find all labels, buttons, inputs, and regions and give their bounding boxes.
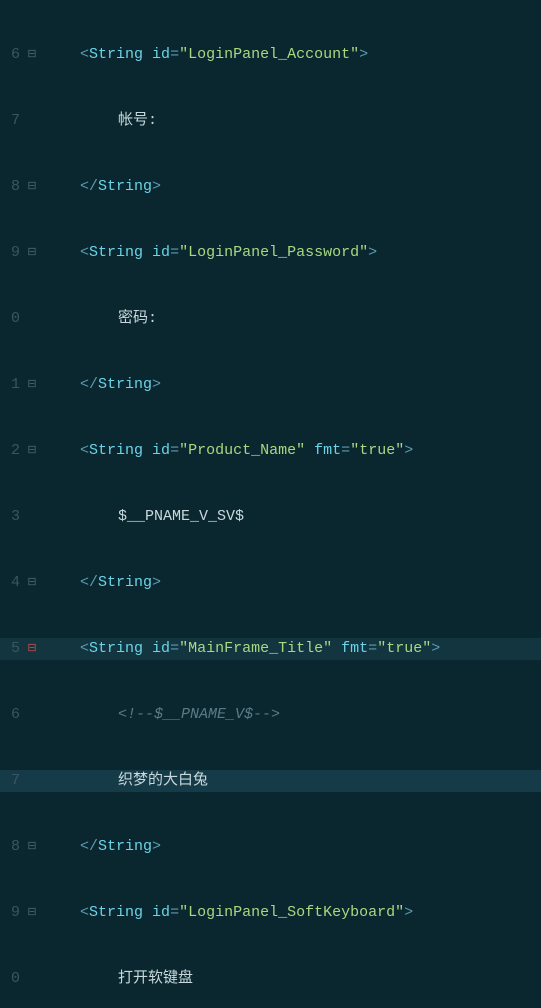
line-number: 9 (0, 242, 24, 264)
line-number: 3 (0, 506, 24, 528)
code-area[interactable]: 6⊟<String id="LoginPanel_Account"> 7帐号: … (0, 0, 541, 504)
fold-icon[interactable]: ⊟ (24, 374, 40, 396)
fold-icon (24, 968, 40, 990)
code-text: 帐号: (40, 110, 541, 132)
code-line[interactable]: 7 帐号: (0, 110, 541, 132)
fold-icon (24, 506, 40, 528)
code-line[interactable]: 0 打开软键盘 (0, 968, 541, 990)
line-number: 7 (0, 110, 24, 132)
code-line[interactable]: 2⊟<String id="Product_Name" fmt="true"> (0, 440, 541, 462)
code-text: <String id="MainFrame_Title" fmt="true"> (40, 638, 541, 660)
code-text: <String id="LoginPanel_Account"> (40, 44, 541, 66)
line-number: 2 (0, 440, 24, 462)
code-text: </String> (40, 374, 541, 396)
code-line[interactable]: 0 密码: (0, 308, 541, 330)
code-text: </String> (40, 836, 541, 858)
fold-icon[interactable]: ⊟ (24, 176, 40, 198)
code-text: </String> (40, 572, 541, 594)
code-line[interactable]: 9⊟<String id="LoginPanel_Password"> (0, 242, 541, 264)
code-line[interactable]: 6⊟<String id="LoginPanel_Account"> (0, 44, 541, 66)
code-line[interactable]: 7 织梦的大白兔 (0, 770, 541, 792)
line-number: 0 (0, 968, 24, 990)
fold-icon (24, 308, 40, 330)
fold-icon[interactable]: ⊟ (24, 638, 40, 660)
code-editor[interactable]: 6⊟<String id="LoginPanel_Account"> 7帐号: … (0, 0, 541, 504)
code-line[interactable]: 9⊟<String id="LoginPanel_SoftKeyboard"> (0, 902, 541, 924)
line-number: 5 (0, 638, 24, 660)
fold-icon[interactable]: ⊟ (24, 572, 40, 594)
line-number: 6 (0, 704, 24, 726)
fold-icon[interactable]: ⊟ (24, 242, 40, 264)
line-number: 0 (0, 308, 24, 330)
code-text: 打开软键盘 (40, 968, 541, 990)
code-line[interactable]: 8⊟</String> (0, 836, 541, 858)
code-text: <String id="LoginPanel_Password"> (40, 242, 541, 264)
code-line[interactable]: 1⊟</String> (0, 374, 541, 396)
fold-icon[interactable]: ⊟ (24, 440, 40, 462)
code-text: $__PNAME_V_SV$ (40, 506, 541, 528)
line-number: 6 (0, 44, 24, 66)
line-number: 1 (0, 374, 24, 396)
line-number: 8 (0, 836, 24, 858)
code-text: 织梦的大白兔 (40, 770, 541, 792)
fold-icon (24, 770, 40, 792)
code-text: </String> (40, 176, 541, 198)
code-line[interactable]: 3 $__PNAME_V_SV$ (0, 506, 541, 528)
code-text: <!--$__PNAME_V$--> (40, 704, 541, 726)
line-number: 7 (0, 770, 24, 792)
line-number: 9 (0, 902, 24, 924)
code-text: <String id="LoginPanel_SoftKeyboard"> (40, 902, 541, 924)
code-line[interactable]: 4⊟</String> (0, 572, 541, 594)
fold-icon (24, 110, 40, 132)
line-number: 4 (0, 572, 24, 594)
code-text: 密码: (40, 308, 541, 330)
fold-icon[interactable]: ⊟ (24, 836, 40, 858)
code-text: <String id="Product_Name" fmt="true"> (40, 440, 541, 462)
fold-icon (24, 704, 40, 726)
line-number: 8 (0, 176, 24, 198)
code-line[interactable]: 5⊟<String id="MainFrame_Title" fmt="true… (0, 638, 541, 660)
code-line[interactable]: 6 <!--$__PNAME_V$--> (0, 704, 541, 726)
fold-icon[interactable]: ⊟ (24, 44, 40, 66)
code-line[interactable]: 8⊟</String> (0, 176, 541, 198)
fold-icon[interactable]: ⊟ (24, 902, 40, 924)
